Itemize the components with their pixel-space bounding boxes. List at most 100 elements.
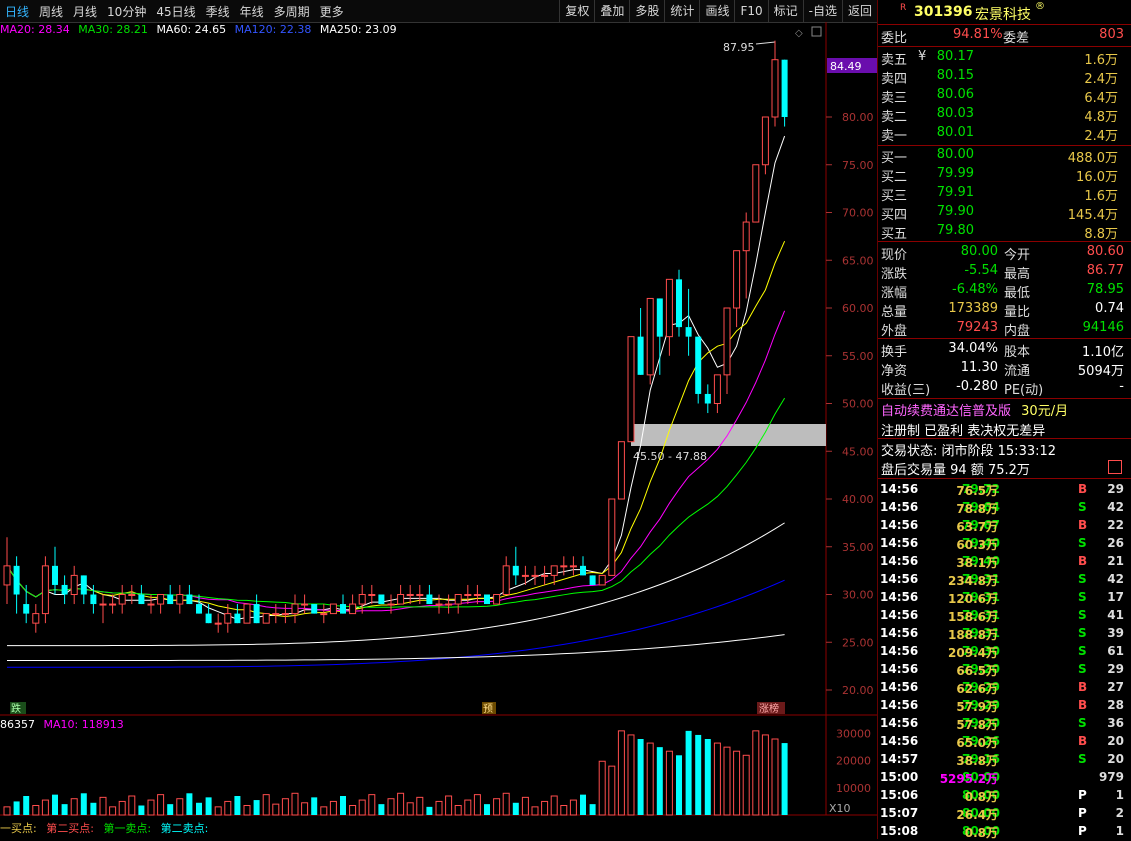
candle[interactable] (646, 297, 654, 376)
candle[interactable] (598, 574, 606, 586)
candle[interactable] (589, 575, 596, 585)
candle[interactable] (580, 565, 586, 576)
quote-row[interactable]: 卖四 80.15 2.4万 (878, 67, 1124, 87)
candle[interactable] (340, 604, 346, 614)
candle[interactable] (70, 574, 78, 596)
candle[interactable] (167, 594, 174, 605)
candle[interactable] (99, 603, 107, 606)
candle[interactable] (464, 594, 472, 596)
candle[interactable] (617, 441, 625, 500)
quote-row[interactable]: 卖三 80.06 6.4万 (878, 86, 1124, 106)
candle[interactable] (387, 603, 395, 606)
candle[interactable] (713, 374, 721, 405)
candle[interactable] (656, 298, 663, 337)
candle[interactable] (13, 565, 20, 595)
quote-row[interactable]: 买五 79.80 8.8万 (878, 222, 1124, 242)
candle[interactable] (550, 565, 558, 576)
candle[interactable] (80, 575, 87, 595)
tick-volume: 0.8万 (964, 790, 998, 804)
quote-row[interactable]: 买四 79.90 145.4万 (878, 203, 1124, 223)
candle[interactable] (234, 613, 241, 624)
panel-toggle-icon[interactable] (811, 26, 822, 37)
candle[interactable] (176, 594, 184, 605)
candle[interactable] (32, 613, 40, 624)
candle[interactable] (128, 594, 136, 596)
candle[interactable] (742, 221, 750, 252)
quote-row[interactable]: 买一 80.00 488.0万 (878, 146, 1124, 166)
candle[interactable] (512, 565, 519, 576)
quote-row[interactable]: 卖一 80.01 2.4万 (878, 124, 1124, 144)
candle[interactable] (627, 336, 635, 443)
candle[interactable] (358, 594, 366, 605)
candle[interactable] (397, 594, 405, 605)
candle[interactable] (205, 613, 212, 624)
candle[interactable] (52, 565, 58, 585)
candle[interactable] (771, 59, 779, 118)
candle[interactable] (224, 613, 232, 624)
candle[interactable] (761, 116, 769, 166)
candle[interactable] (473, 594, 481, 596)
candle[interactable] (704, 393, 711, 404)
candle[interactable] (186, 594, 193, 605)
candle[interactable] (253, 604, 260, 624)
candle[interactable] (349, 603, 357, 615)
candle[interactable] (733, 250, 741, 309)
ad-banner[interactable]: 自动续费通达信普及版 30元/月 (881, 400, 1068, 419)
candle[interactable] (368, 594, 376, 596)
candle[interactable] (90, 594, 97, 605)
candle[interactable] (281, 613, 289, 616)
candle[interactable] (138, 594, 145, 605)
candle[interactable] (406, 594, 414, 596)
kline-chart[interactable]: 45.50 - 47.88 87.95 84.49 ◇ 80.00 75.00 70… (0, 0, 877, 839)
candle[interactable] (291, 603, 299, 615)
candle[interactable] (272, 613, 280, 616)
candle[interactable] (665, 278, 673, 338)
candle[interactable] (569, 565, 577, 568)
volume-bar (473, 794, 481, 816)
quote-row[interactable]: 卖五 ¥80.17 1.6万 (878, 48, 1124, 68)
candle[interactable] (695, 336, 702, 394)
candle[interactable] (637, 336, 644, 375)
candle[interactable] (311, 604, 318, 614)
candle[interactable] (493, 594, 501, 605)
candle[interactable] (416, 594, 424, 596)
candle[interactable] (445, 603, 453, 606)
candle[interactable] (329, 603, 337, 615)
candle[interactable] (147, 603, 155, 606)
candle[interactable] (196, 604, 202, 614)
candle[interactable] (521, 574, 529, 577)
candle[interactable] (3, 565, 11, 586)
candle[interactable] (676, 279, 682, 328)
candle[interactable] (301, 603, 309, 606)
diamond-icon[interactable]: ◇ (795, 28, 803, 39)
candle[interactable] (41, 565, 49, 615)
candle[interactable] (157, 594, 165, 605)
candle[interactable] (531, 574, 539, 577)
candle[interactable] (502, 565, 510, 595)
candle[interactable] (378, 594, 385, 605)
chart-icon[interactable] (1108, 460, 1122, 474)
candle[interactable] (781, 59, 788, 117)
candle[interactable] (243, 603, 251, 624)
candle[interactable] (560, 565, 568, 568)
candle[interactable] (454, 594, 462, 605)
candle[interactable] (685, 327, 692, 337)
candle[interactable] (435, 603, 443, 606)
candle[interactable] (214, 622, 222, 625)
candle[interactable] (752, 164, 760, 223)
candle[interactable] (484, 594, 490, 605)
quote-row[interactable]: 买二 79.99 16.0万 (878, 165, 1124, 185)
diff-value: 803 (1099, 27, 1124, 42)
candle[interactable] (23, 604, 30, 614)
candle[interactable] (109, 603, 117, 606)
candle[interactable] (118, 594, 126, 605)
candle[interactable] (608, 498, 616, 576)
candle[interactable] (262, 613, 270, 624)
quote-row[interactable]: 买三 79.91 1.6万 (878, 184, 1124, 204)
candle[interactable] (320, 613, 328, 616)
candle[interactable] (723, 307, 731, 376)
candle[interactable] (541, 574, 549, 577)
quote-row[interactable]: 卖二 80.03 4.8万 (878, 105, 1124, 125)
candle[interactable] (61, 584, 68, 595)
candle[interactable] (426, 594, 433, 605)
